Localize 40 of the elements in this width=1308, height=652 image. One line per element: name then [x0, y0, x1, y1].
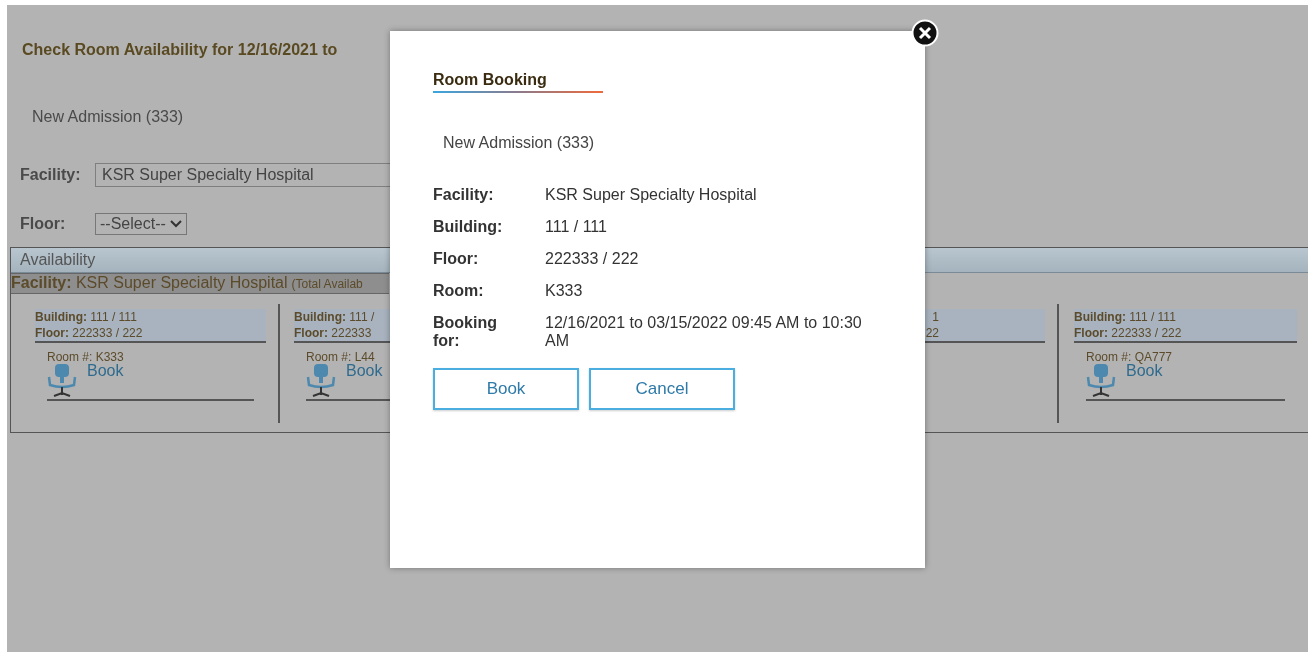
floor-select[interactable]: --Select--: [95, 213, 187, 235]
building-text: 1: [932, 309, 939, 325]
facility-heading: Facility: KSR Super Specialty Hospital: [11, 274, 288, 291]
room-number: Room #: K333: [47, 351, 124, 363]
floor-label: Floor:: [20, 215, 67, 233]
chair-icon: [47, 363, 77, 399]
book-link[interactable]: Book: [87, 363, 124, 379]
room-number: Room #: QA777: [1086, 351, 1173, 363]
detail-value: 222333 / 222: [545, 250, 640, 268]
floor-text: 22: [925, 325, 939, 341]
floor-text: Floor: 222333 / 222: [1074, 325, 1182, 341]
detail-label: Building:: [433, 218, 504, 236]
room-number: Room #: L44: [306, 351, 375, 363]
facility-label: Facility:: [20, 166, 82, 184]
floor-text: Floor: 222333 / 222: [35, 325, 143, 341]
book-link[interactable]: Book: [346, 363, 383, 379]
dialog-button[interactable]: Book: [433, 368, 579, 410]
patient-name: New Admission (333): [32, 108, 184, 126]
page-title: Check Room Availability for 12/16/2021 to: [22, 41, 338, 59]
building-text: Building: 111 / 111: [1074, 309, 1176, 325]
detail-label: Facility:: [433, 186, 495, 204]
detail-value: KSR Super Specialty Hospital: [545, 186, 758, 204]
detail-value: 12/16/2021 to 03/15/2022 09:45 AM to 10:30 AM: [545, 314, 863, 350]
detail-value: 111 / 111: [545, 218, 608, 236]
detail-label: Booking for:: [433, 314, 498, 350]
total-available: (Total Availab: [291, 277, 363, 291]
close-icon[interactable]: [911, 19, 939, 47]
chair-icon: [1086, 363, 1116, 399]
dialog-button[interactable]: Cancel: [589, 368, 735, 410]
book-link[interactable]: Book: [1126, 363, 1163, 379]
chair-icon: [306, 363, 336, 399]
patient-name: New Admission (333): [443, 134, 595, 152]
detail-value: K333: [545, 282, 584, 300]
detail-label: Floor:: [433, 250, 480, 268]
detail-label: Room:: [433, 282, 485, 300]
dialog-title: Room Booking: [433, 71, 603, 93]
building-text: Building: 111 / 111: [35, 309, 137, 325]
floor-text: Floor: 222333: [294, 325, 372, 341]
caret-icon: [169, 220, 182, 228]
building-text: Building: 111 /: [294, 309, 375, 325]
